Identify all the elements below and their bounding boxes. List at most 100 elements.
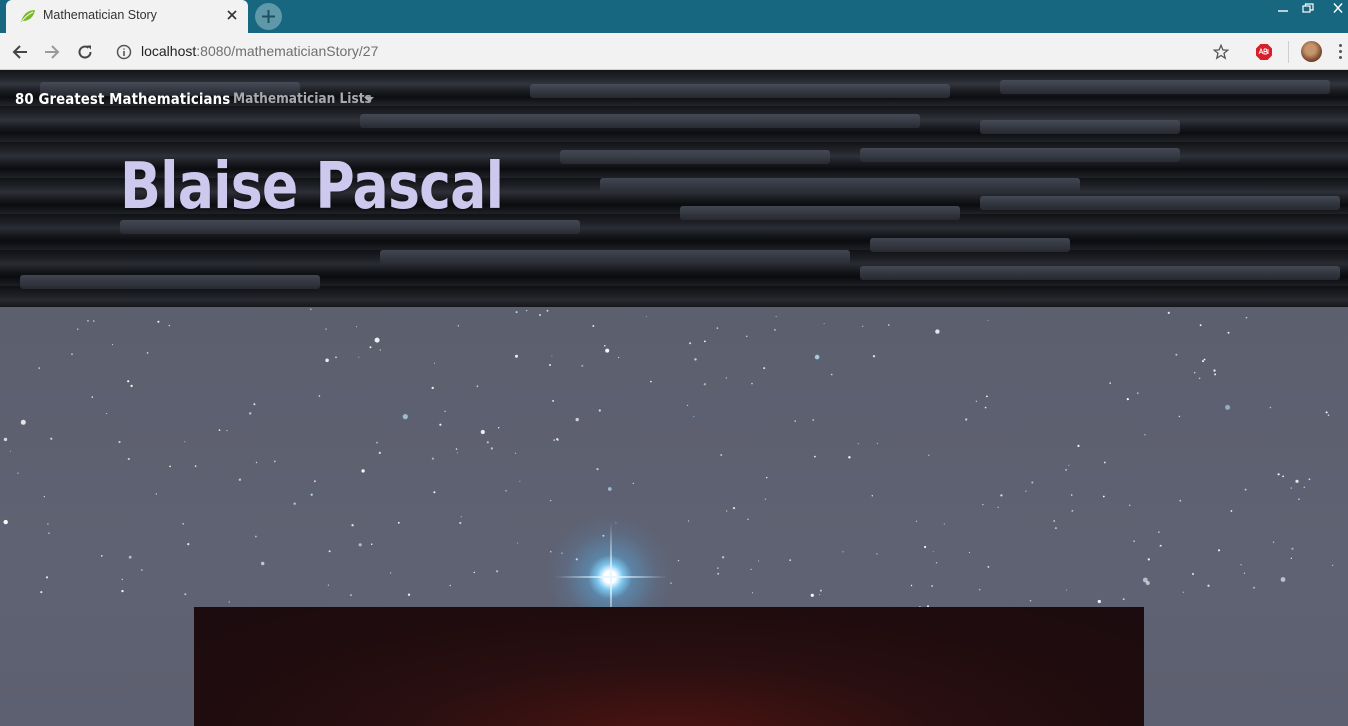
star-dot (553, 439, 555, 441)
star-dot (369, 346, 372, 349)
star-dot (928, 454, 930, 456)
star-dot (486, 441, 489, 444)
star-dot (764, 498, 767, 500)
stone-texture (860, 266, 1340, 280)
avatar[interactable] (1301, 41, 1322, 62)
star-dot (747, 518, 749, 520)
star-dot (455, 448, 458, 450)
star-dot (182, 523, 184, 525)
star-dot (726, 510, 728, 512)
star-dot (155, 493, 157, 495)
star-dot (1217, 549, 1221, 552)
star-dot (3, 519, 8, 525)
star-dot (1029, 599, 1032, 602)
star-dot (1207, 584, 1210, 587)
window-close-button[interactable] (1323, 0, 1348, 16)
star-dot (358, 356, 360, 358)
star-dot (721, 556, 725, 559)
star-dot (1202, 360, 1204, 363)
star-dot (758, 560, 760, 562)
star-dot (1213, 369, 1216, 372)
close-icon[interactable] (224, 7, 240, 23)
bookmark-button[interactable] (1210, 41, 1232, 63)
star-dot (857, 443, 859, 445)
star-dot (935, 562, 938, 564)
info-icon (116, 44, 132, 60)
reload-button[interactable] (74, 41, 96, 63)
star-dot (604, 345, 606, 347)
star-dot (935, 329, 940, 334)
mathematician-lists-dropdown[interactable]: Mathematician Lists (233, 91, 372, 107)
star-dot (819, 589, 822, 592)
star-dot (1280, 577, 1286, 582)
restore-button[interactable] (1293, 0, 1323, 16)
star-dot (187, 543, 190, 546)
star-dot (549, 364, 551, 366)
star-dot (1272, 541, 1275, 543)
star-dot (1178, 415, 1181, 418)
star-dot (325, 358, 329, 363)
brand-link[interactable]: 80 Greatest Mathematicians (15, 90, 230, 108)
star-dot (184, 593, 187, 596)
star-dot (169, 465, 172, 468)
star-dot (861, 325, 864, 327)
stone-texture (380, 250, 850, 264)
star-dot (517, 542, 519, 544)
star-dot (750, 568, 752, 570)
star-dot (194, 465, 197, 467)
star-dot (228, 601, 230, 603)
star-dot (515, 311, 518, 314)
star-dot (1147, 558, 1150, 561)
star-dot (1000, 494, 1003, 497)
more-menu-icon[interactable] (1336, 44, 1344, 60)
star-dot (1240, 564, 1242, 566)
star-dot (47, 523, 49, 525)
star-dot (984, 406, 987, 409)
star-dot (1109, 382, 1111, 384)
star-dot (374, 337, 380, 343)
star-dot (1198, 377, 1201, 380)
star-dot (1142, 577, 1148, 583)
star-dot (549, 499, 552, 502)
star-dot (812, 419, 815, 421)
star-dot (1122, 598, 1125, 601)
star-dot (157, 320, 160, 323)
star-dot (1308, 478, 1311, 481)
star-dot (356, 326, 357, 328)
star-dot (449, 584, 451, 587)
new-tab-button[interactable] (255, 3, 282, 30)
forward-button[interactable] (41, 41, 63, 63)
star-dot (814, 354, 820, 360)
star-dot (496, 570, 499, 573)
browser-tab[interactable]: Mathematician Story (6, 0, 248, 33)
star-dot (402, 414, 408, 420)
star-dot (3, 437, 8, 442)
star-dot (38, 367, 40, 369)
star-dot (255, 535, 257, 538)
star-dot (397, 521, 400, 524)
plus-icon (262, 10, 275, 23)
star-dot (431, 457, 434, 460)
star-dot (751, 592, 754, 594)
adblock-icon[interactable] (1255, 43, 1273, 61)
star-dot (982, 504, 984, 506)
star-dot (1179, 499, 1182, 502)
star-dot (1193, 371, 1196, 374)
star-dot (457, 325, 459, 327)
star-dot (1126, 398, 1129, 401)
star-dot (888, 324, 890, 326)
star-icon (1213, 44, 1229, 60)
star-dot (1053, 520, 1056, 522)
back-button[interactable] (9, 41, 31, 63)
site-info-button[interactable] (113, 41, 135, 63)
star-dot (1199, 324, 1202, 327)
star-dot (725, 377, 728, 379)
star-dot (325, 328, 327, 330)
address-bar[interactable]: localhost:8080/mathematicianStory/27 (141, 43, 378, 59)
caret-down-icon[interactable] (364, 97, 374, 102)
star-dot (605, 348, 610, 353)
star-dot (1332, 564, 1334, 566)
star-dot (1203, 358, 1206, 361)
star-dot (253, 403, 256, 406)
star-dot (1031, 481, 1034, 484)
